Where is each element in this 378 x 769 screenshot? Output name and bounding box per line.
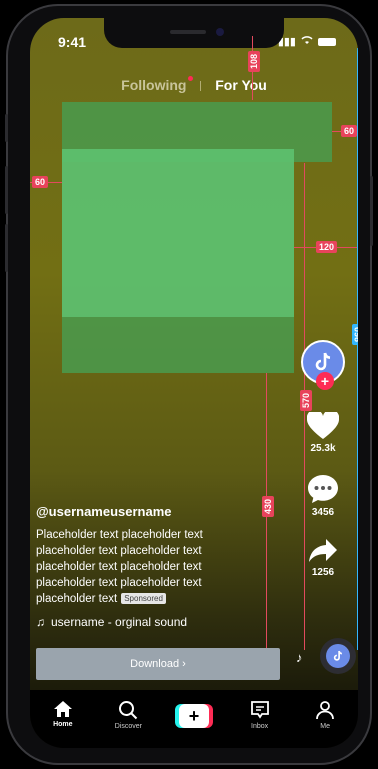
nav-discover-label: Discover <box>114 723 142 730</box>
power-button <box>370 176 373 246</box>
volume-up-button <box>5 166 8 214</box>
follow-plus-icon[interactable]: + <box>316 372 334 390</box>
status-time: 9:41 <box>58 34 87 50</box>
caption-line: placeholder text placeholder text <box>36 545 202 557</box>
comment-action[interactable]: 3456 <box>307 474 339 518</box>
notch <box>104 18 284 48</box>
measure-line-960 <box>357 48 358 650</box>
tab-for-you[interactable]: For You <box>215 77 267 93</box>
nav-discover[interactable]: Discover <box>103 700 153 730</box>
like-count: 25.3k <box>310 443 336 454</box>
mute-switch <box>5 114 8 142</box>
username[interactable]: @usernameusername <box>36 504 268 519</box>
battery-icon <box>318 37 336 46</box>
like-action[interactable]: 25.3k <box>307 412 339 454</box>
speaker <box>170 30 206 34</box>
plus-icon: + <box>178 704 209 728</box>
wifi-icon <box>301 35 313 48</box>
nav-home-label: Home <box>53 721 73 728</box>
measure-label-right-120: 120 <box>316 241 338 253</box>
measure-label-right-60: 60 <box>341 125 358 137</box>
share-count: 1256 <box>311 567 335 578</box>
music-note-icon: ♫ <box>36 615 45 630</box>
feed-tabs: Following For You <box>30 76 358 93</box>
measure-label-top: 108 <box>248 51 260 73</box>
nav-home[interactable]: Home <box>38 700 88 728</box>
music-disc[interactable] <box>320 638 356 674</box>
nav-me[interactable]: Me <box>300 700 350 730</box>
creator-avatar[interactable]: + <box>301 340 345 390</box>
share-arrow-icon[interactable] <box>308 538 338 564</box>
measure-label-960: 960 <box>352 324 358 346</box>
nav-create[interactable]: + <box>169 700 219 728</box>
tiktok-logo-icon <box>333 650 343 661</box>
tab-following[interactable]: Following <box>121 76 194 93</box>
music-disc-avatar <box>326 644 350 668</box>
nav-inbox-label: Inbox <box>251 723 269 730</box>
heart-icon[interactable] <box>307 412 339 440</box>
front-camera <box>216 28 224 36</box>
comment-icon[interactable] <box>307 474 339 504</box>
volume-down-button <box>5 224 8 272</box>
caption-line: Placeholder text placeholder text <box>36 529 203 541</box>
notification-dot <box>188 76 194 81</box>
tab-divider <box>200 81 202 92</box>
sound-name[interactable]: username - orginal sound <box>51 615 187 629</box>
caption-block: @usernameusername Placeholder text place… <box>36 504 268 629</box>
profile-icon <box>316 701 335 720</box>
caption-line: placeholder text placeholder text <box>36 561 202 573</box>
caption-text: Placeholder text placeholder text placeh… <box>36 527 268 607</box>
home-icon <box>53 701 72 717</box>
content-block-main <box>62 149 294 317</box>
status-icons: ▮▮▮ <box>278 35 336 48</box>
action-rail: + 25.3k 3456 1256 <box>300 340 346 578</box>
floating-music-note-icon: ♪ <box>296 650 303 665</box>
inbox-icon <box>250 701 269 719</box>
caption-line: placeholder text Sponsored <box>36 591 268 607</box>
create-button[interactable]: + <box>174 704 213 728</box>
comment-count: 3456 <box>311 507 335 518</box>
tiktok-logo-icon <box>315 352 331 371</box>
nav-inbox[interactable]: Inbox <box>235 700 285 730</box>
caption-line: placeholder text placeholder text <box>36 577 202 589</box>
sound-row[interactable]: ♫ username - orginal sound <box>36 615 268 629</box>
content-block-bottom <box>62 317 294 373</box>
app-screen: 9:41 ▮▮▮ Following For You 108 60 60 120… <box>30 18 358 748</box>
nav-me-label: Me <box>320 723 331 730</box>
search-icon <box>119 701 138 720</box>
download-button[interactable]: Download › <box>36 648 280 680</box>
share-action[interactable]: 1256 <box>308 538 338 578</box>
sponsored-badge: Sponsored <box>121 593 166 604</box>
measure-label-left-60: 60 <box>32 176 49 188</box>
